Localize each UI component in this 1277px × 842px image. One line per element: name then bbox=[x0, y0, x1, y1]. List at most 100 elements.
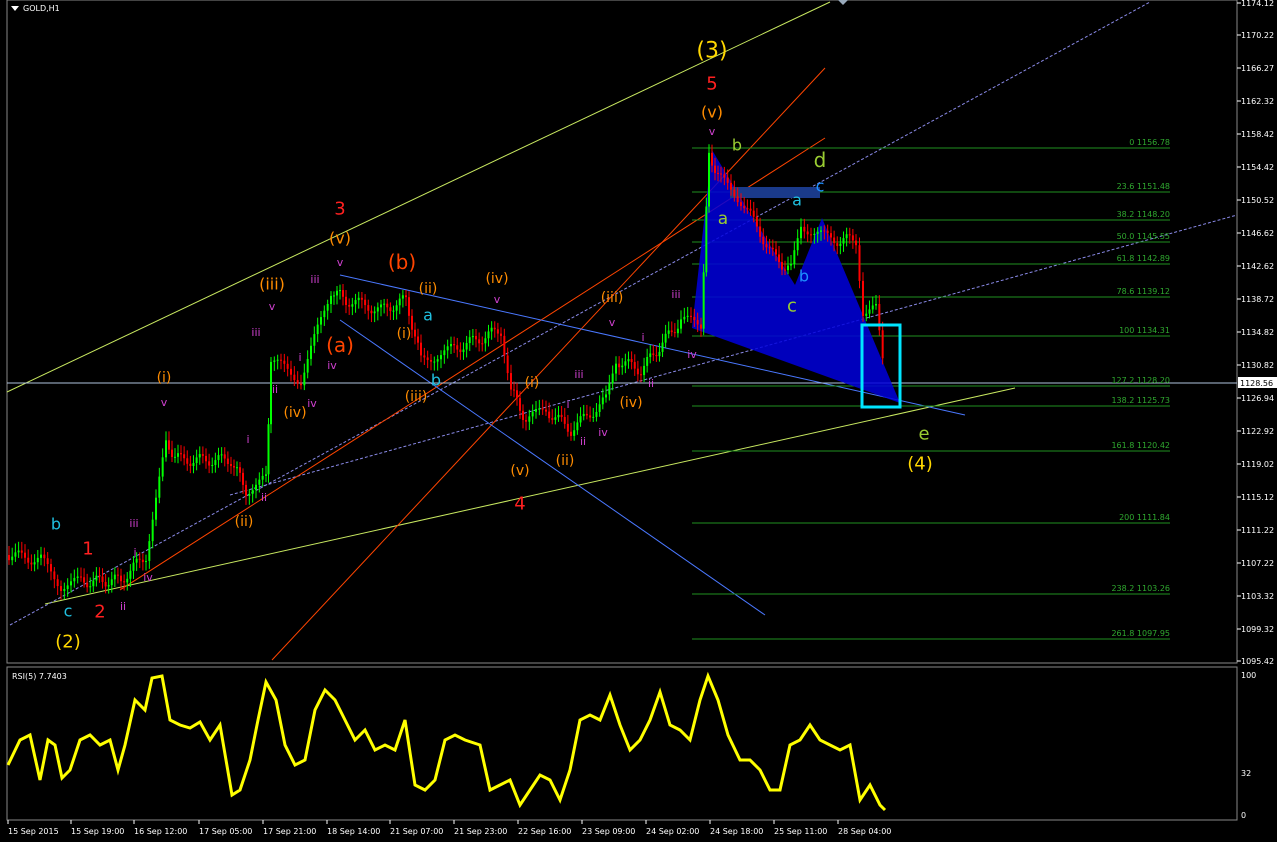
time-tick-label: 25 Sep 11:00 bbox=[774, 827, 827, 836]
wave-label: d bbox=[814, 148, 827, 172]
wave-label: iii bbox=[574, 368, 583, 381]
price-tick-label: 1107.22 bbox=[1241, 559, 1274, 568]
time-tick-label: 24 Sep 02:00 bbox=[646, 827, 699, 836]
time-tick-label: 18 Sep 14:00 bbox=[327, 827, 380, 836]
wave-label: (iv) bbox=[283, 405, 306, 421]
wave-label: (2) bbox=[55, 631, 81, 652]
wave-label: 4 bbox=[514, 493, 525, 514]
price-tick-label: 1130.82 bbox=[1241, 361, 1274, 370]
fib-level-label: 50.0 1145.55 bbox=[1117, 232, 1170, 241]
wave-label: a bbox=[423, 306, 433, 325]
rsi-line bbox=[6, 671, 887, 812]
fib-level-label: 161.8 1120.42 bbox=[1111, 441, 1170, 450]
price-tick-label: 1142.62 bbox=[1241, 262, 1274, 271]
fib-level-label: 261.8 1097.95 bbox=[1111, 629, 1170, 638]
wave-label: ii bbox=[580, 435, 586, 448]
symbol-label: GOLD,H1 bbox=[23, 4, 60, 13]
rsi-level-100: 100 bbox=[1241, 671, 1256, 680]
chart-canvas[interactable]: GOLD,H1 0 1156.78 23.6 1151.48 38.2 1148.2… bbox=[0, 0, 1277, 842]
rsi-label: RSI(5) 7.7403 bbox=[12, 672, 67, 681]
time-tick-label: 15 Sep 19:00 bbox=[71, 827, 124, 836]
time-tick-label: 17 Sep 05:00 bbox=[199, 827, 252, 836]
price-tick-label: 1134.82 bbox=[1241, 328, 1274, 337]
wave-label: i bbox=[566, 398, 569, 411]
wave-label: e bbox=[918, 423, 929, 444]
wave-label: 1 bbox=[82, 538, 93, 559]
price-axis: 1174.12 1170.22 1166.27 1162.32 1158.42 1154.… bbox=[1237, 0, 1274, 666]
wave-label: iv bbox=[687, 348, 697, 361]
wave-label: v bbox=[494, 293, 501, 306]
wave-label: v bbox=[609, 316, 616, 329]
fibonacci-levels: 0 1156.78 23.6 1151.48 38.2 1148.20 50.0 11… bbox=[692, 138, 1170, 640]
wave-label: v bbox=[709, 125, 716, 138]
price-tick-label: 1150.52 bbox=[1241, 196, 1274, 205]
price-tick-label: 1158.42 bbox=[1241, 130, 1274, 139]
wave-label: c bbox=[64, 602, 73, 621]
wave-label: (v) bbox=[329, 229, 351, 248]
time-axis: 15 Sep 2015 15 Sep 19:00 16 Sep 12:00 17 Se… bbox=[7, 820, 891, 836]
time-tick-label: 28 Sep 04:00 bbox=[838, 827, 891, 836]
price-tick-label: 1162.32 bbox=[1241, 97, 1274, 106]
fib-level-label: 38.2 1148.20 bbox=[1117, 210, 1170, 219]
wave-label: (v) bbox=[701, 103, 723, 122]
price-tick-label: 1170.22 bbox=[1241, 31, 1274, 40]
wave-label: (3) bbox=[696, 39, 727, 64]
wave-label: (b) bbox=[388, 250, 416, 274]
wave-label: (ii) bbox=[419, 281, 438, 297]
fib-level-label: 138.2 1125.73 bbox=[1111, 396, 1170, 405]
fib-level-label: 61.8 1142.89 bbox=[1117, 254, 1170, 263]
price-tick-label: 1138.72 bbox=[1241, 295, 1274, 304]
rsi-panel-border bbox=[6, 666, 1238, 821]
time-tick-label: 15 Sep 2015 bbox=[8, 827, 59, 836]
wave-label: ii bbox=[648, 377, 654, 390]
wave-label: i bbox=[641, 331, 644, 344]
fib-level-label: 0 1156.78 bbox=[1129, 138, 1170, 147]
wave-label: (iv) bbox=[619, 395, 642, 411]
wave-label: b bbox=[431, 371, 441, 390]
wave-label: c bbox=[816, 177, 825, 196]
symbol-dropdown-icon[interactable] bbox=[11, 6, 19, 11]
wave-label: iv bbox=[327, 359, 337, 372]
wave-label: 3 bbox=[334, 198, 345, 219]
price-tick-label: 1115.12 bbox=[1241, 493, 1274, 502]
price-tick-label: 1146.62 bbox=[1241, 229, 1274, 238]
wave-label: ii bbox=[261, 491, 267, 504]
wave-label: v bbox=[269, 300, 276, 313]
wave-label: a bbox=[718, 209, 728, 229]
wave-label: iii bbox=[671, 288, 680, 301]
wave-label: 2 bbox=[94, 601, 105, 622]
fib-level-label: 238.2 1103.26 bbox=[1111, 584, 1170, 593]
shift-marker-icon[interactable] bbox=[838, 0, 848, 5]
price-tick-label: 1174.12 bbox=[1241, 0, 1274, 8]
price-tick-label: 1099.32 bbox=[1241, 625, 1274, 634]
time-tick-label: 23 Sep 09:00 bbox=[582, 827, 635, 836]
price-tick-label: 1166.27 bbox=[1241, 64, 1274, 73]
wave-label: c bbox=[787, 295, 797, 316]
time-tick-label: 24 Sep 18:00 bbox=[710, 827, 763, 836]
harmonic-box bbox=[730, 187, 820, 198]
wave-label: (iv) bbox=[485, 271, 508, 287]
time-tick-label: 16 Sep 12:00 bbox=[134, 827, 187, 836]
time-tick-label: 22 Sep 16:00 bbox=[518, 827, 571, 836]
wave-label: iv bbox=[598, 426, 608, 439]
wave-label: (ii) bbox=[235, 514, 254, 530]
wave-label: iv bbox=[307, 397, 317, 410]
trend-lines bbox=[6, 1, 1238, 661]
fib-level-label: 23.6 1151.48 bbox=[1117, 182, 1170, 191]
wave-label: iii bbox=[251, 326, 260, 339]
candlesticks bbox=[8, 144, 884, 600]
wave-label: i bbox=[133, 546, 136, 559]
wave-label: (v) bbox=[510, 463, 529, 479]
wave-label: iv bbox=[143, 571, 153, 584]
time-tick-label: 21 Sep 07:00 bbox=[390, 827, 443, 836]
wave-label: i bbox=[298, 351, 301, 364]
wave-label: (i) bbox=[525, 375, 540, 391]
price-tick-label: 1154.42 bbox=[1241, 163, 1274, 172]
current-price-value: 1128.56 bbox=[1240, 379, 1273, 388]
price-tick-label: 1111.22 bbox=[1241, 526, 1274, 535]
wave-label: v bbox=[337, 256, 344, 269]
wave-label: b bbox=[732, 136, 742, 155]
price-tick-label: 1126.94 bbox=[1241, 394, 1274, 403]
time-tick-label: 21 Sep 23:00 bbox=[454, 827, 507, 836]
rsi-level-32: 32 bbox=[1241, 769, 1251, 778]
